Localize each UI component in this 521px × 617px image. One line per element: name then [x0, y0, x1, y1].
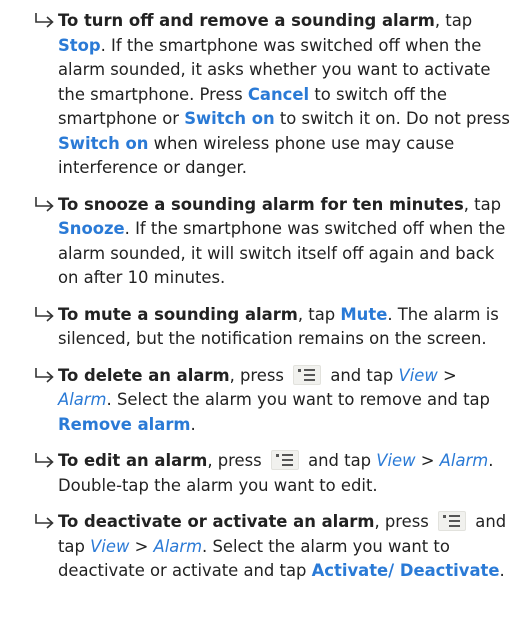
- bullet-arrow-icon: [34, 306, 56, 324]
- instruction-item: To snooze a sounding alarm for ten minut…: [0, 193, 511, 291]
- menu-path: View: [90, 536, 130, 556]
- instruction-item: To edit an alarm, press and tap View > A…: [0, 449, 511, 498]
- instruction-text: . Select the alarm you want to remove an…: [106, 390, 490, 409]
- instruction-text: >: [129, 536, 154, 556]
- instruction-item: To delete an alarm, press and tap View >…: [0, 364, 511, 438]
- instruction-item: To turn off and remove a sounding alarm,…: [0, 9, 511, 181]
- instruction-item: To deactivate or activate an alarm, pres…: [0, 510, 511, 584]
- menu-path: View: [376, 451, 416, 470]
- instruction-text: , press: [229, 365, 290, 385]
- ui-keyword: Switch on: [184, 109, 275, 128]
- instruction-text: , press: [374, 512, 435, 531]
- instruction-text: and tap: [325, 365, 399, 385]
- menu-key-icon: [438, 511, 467, 531]
- instruction-heading: To turn off and remove a sounding alarm: [58, 11, 435, 30]
- ui-keyword: Cancel: [247, 84, 310, 104]
- instruction-text: and tap: [302, 451, 377, 470]
- instruction-item: To mute a sounding alarm, tap Mute. The …: [0, 303, 511, 352]
- bullet-arrow-icon: [34, 513, 56, 531]
- bullet-arrow-icon: [34, 196, 56, 214]
- instruction-text: .: [190, 414, 196, 434]
- ui-keyword: Switch on: [58, 133, 149, 153]
- instruction-heading: To delete an alarm: [58, 365, 230, 385]
- instruction-text: , tap: [434, 11, 473, 30]
- menu-key-icon: [270, 450, 299, 470]
- instruction-text: >: [437, 365, 457, 385]
- menu-path: Alarm: [439, 451, 489, 470]
- instruction-text: , tap: [297, 304, 341, 324]
- menu-path: Alarm: [58, 390, 107, 409]
- menu-path: Alarm: [153, 536, 203, 556]
- bullet-arrow-icon: [34, 452, 56, 470]
- menu-path: View: [398, 365, 438, 385]
- bullet-arrow-icon: [34, 367, 56, 385]
- instruction-page: To turn off and remove a sounding alarm,…: [0, 0, 521, 617]
- bullet-arrow-icon: [34, 12, 56, 30]
- ui-keyword: Remove alarm: [58, 414, 191, 434]
- ui-keyword: Activate/ Deactivate: [311, 561, 500, 580]
- instruction-heading: To edit an alarm: [58, 451, 208, 470]
- instruction-text: , press: [207, 451, 267, 470]
- ui-keyword: Stop: [58, 35, 101, 55]
- menu-key-icon: [293, 364, 322, 385]
- instruction-text: .: [499, 561, 505, 580]
- ui-keyword: Mute: [340, 304, 388, 324]
- instruction-text: , tap: [463, 194, 502, 214]
- instruction-text: to switch it on. Do not press: [274, 109, 510, 128]
- instruction-text: . If the smartphone was switched off whe…: [58, 219, 506, 287]
- ui-keyword: Snooze: [58, 219, 125, 238]
- instruction-heading: To mute a sounding alarm: [58, 304, 298, 324]
- instruction-heading: To snooze a sounding alarm for ten minut…: [58, 194, 464, 214]
- instruction-heading: To deactivate or activate an alarm: [58, 512, 375, 531]
- instruction-text: >: [415, 451, 440, 470]
- instruction-list: To turn off and remove a sounding alarm,…: [0, 9, 511, 584]
